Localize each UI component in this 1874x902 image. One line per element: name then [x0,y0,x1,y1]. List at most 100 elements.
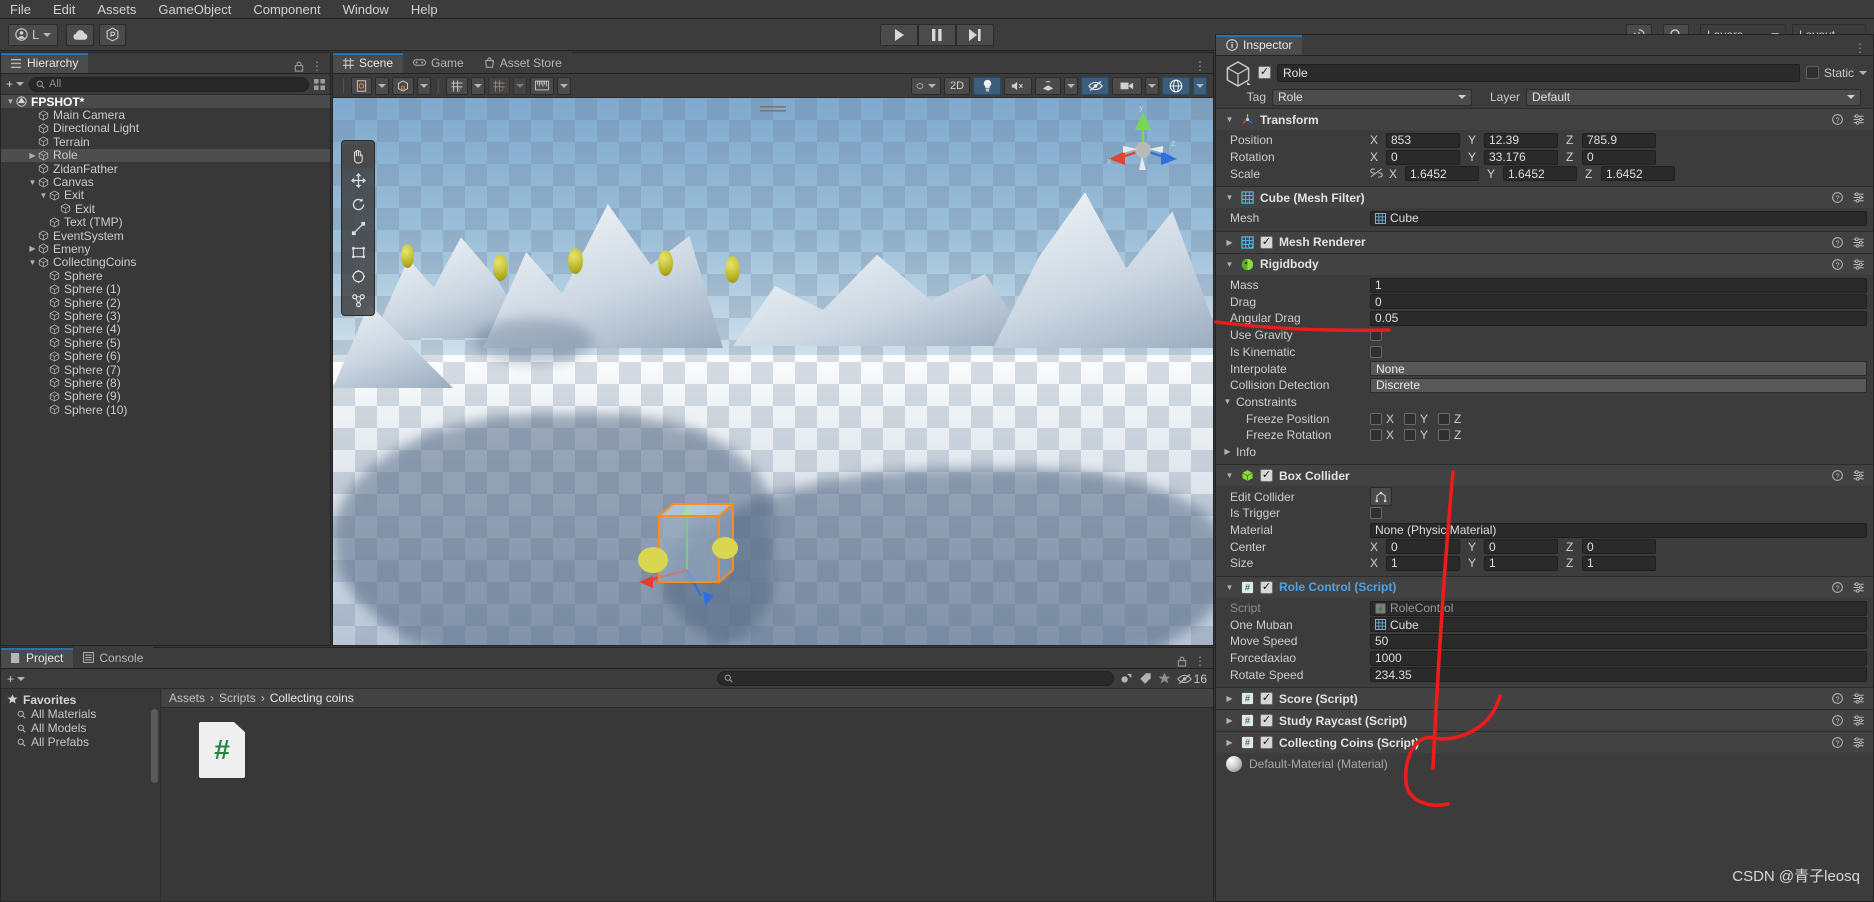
field-drag[interactable]: 0 [1370,294,1867,310]
lock-icon[interactable] [294,61,304,72]
tab-inspector[interactable]: Inspector [1216,34,1303,55]
account-button[interactable]: L [8,23,59,46]
lock-icon[interactable] [1177,656,1187,667]
preset-icon[interactable] [1853,470,1865,481]
dropdown-collision-detection[interactable]: Discrete [1370,377,1867,393]
chevron-down-icon[interactable]: ▼ [1224,193,1235,202]
component-header[interactable]: ▼ Cube (Mesh Filter)? [1216,187,1873,209]
dropdown-interpolate[interactable]: None [1370,361,1867,377]
breadcrumb-current[interactable]: Collecting coins [270,691,354,705]
field-position-y[interactable]: 12.39 [1484,132,1558,148]
hierarchy-item-sphere-9[interactable]: Sphere (9) [1,389,330,403]
checkbox-freeze-position-y[interactable] [1404,412,1417,425]
gizmos-toggle-button[interactable] [1162,76,1190,95]
favorite-filter-icon[interactable] [1158,672,1171,685]
component-enabled-checkbox[interactable]: ✓ [1260,580,1273,594]
project-search-input[interactable] [717,671,1114,686]
field-rotation-x[interactable]: 0 [1386,149,1460,165]
tab-hierarchy[interactable]: Hierarchy [1,52,89,73]
layer-dropdown[interactable]: Default [1526,88,1861,106]
component-header[interactable]: ▶ # ✓ Collecting Coins (Script)? [1216,732,1873,754]
axis-toggle-y[interactable]: Y [1404,428,1428,442]
field-rotation-z[interactable]: 0 [1582,149,1656,165]
hierarchy-item-sphere-8[interactable]: Sphere (8) [1,376,330,390]
hierarchy-filter-icon[interactable] [314,78,325,90]
material-footer[interactable]: Default-Material (Material) [1216,753,1873,775]
kebab-menu-icon[interactable]: ⋮ [1854,41,1866,55]
gizmos-dropdown[interactable] [1193,76,1207,95]
chevron-down-icon[interactable]: ▼ [27,178,38,187]
collab-button[interactable] [99,23,127,46]
axis-toggle-x[interactable]: X [1370,428,1394,442]
kebab-menu-icon[interactable]: ⋮ [311,59,323,73]
hierarchy-search-input[interactable]: All [29,76,309,92]
help-icon[interactable]: ? [1832,470,1843,482]
tab-console[interactable]: Console [73,647,154,668]
breadcrumb-assets[interactable]: Assets [169,691,205,705]
link-broken-icon[interactable] [1370,167,1383,181]
checkbox-freeze-rotation-z[interactable] [1438,429,1451,442]
label-filter-icon[interactable] [1139,672,1152,685]
hierarchy-item-zidanfather[interactable]: ZidanFather [1,162,330,176]
hierarchy-item-exit[interactable]: Exit [1,202,330,216]
tab-asset-store[interactable]: Asset Store [473,52,572,73]
ruler-button[interactable] [530,76,554,95]
axis-toggle-x[interactable]: X [1370,412,1394,426]
preset-icon[interactable] [1853,737,1865,748]
object-field-script[interactable]: # RoleControl [1370,600,1867,616]
coin-object[interactable] [658,250,673,276]
snap-button[interactable] [488,76,510,95]
scene-drag-handle[interactable] [760,102,786,117]
chevron-right-icon[interactable]: ▶ [1222,447,1233,456]
field-scale-z[interactable]: 1.6452 [1601,166,1675,182]
menu-file[interactable]: File [10,2,31,17]
field-size-z[interactable]: 1 [1582,555,1656,571]
field-scale-y[interactable]: 1.6452 [1503,166,1577,182]
coin-object[interactable] [568,248,583,274]
hierarchy-item-sphere-5[interactable]: Sphere (5) [1,336,330,350]
hierarchy-item-sphere-7[interactable]: Sphere (7) [1,363,330,377]
fx-toggle-button[interactable] [1035,76,1061,95]
audio-toggle-button[interactable] [1004,76,1032,95]
selected-object-gizmo[interactable] [633,468,753,608]
checkbox-is-trigger[interactable] [1370,507,1382,520]
foldout-info[interactable]: ▶ Info [1216,444,1873,461]
project-create-button[interactable]: + [7,672,26,686]
type-filter-icon[interactable] [1120,672,1133,685]
help-icon[interactable]: ? [1832,258,1843,270]
kebab-menu-icon[interactable]: ⋮ [1194,654,1206,668]
tab-scene[interactable]: Scene [333,52,404,73]
checkbox-freeze-rotation-y[interactable] [1404,429,1417,442]
checkbox-freeze-position-x[interactable] [1370,412,1382,425]
cloud-button[interactable] [66,23,95,46]
object-name-field[interactable]: Role [1277,63,1800,82]
field-rotation-y[interactable]: 33.176 [1484,149,1558,165]
shading-select-button[interactable] [911,76,941,95]
field-center-z[interactable]: 0 [1582,539,1656,555]
shading-mode-button[interactable] [351,76,372,95]
snap-dropdown[interactable] [513,76,527,95]
draw-mode-dropdown[interactable] [417,76,431,95]
component-enabled-checkbox[interactable]: ✓ [1260,714,1273,728]
help-icon[interactable]: ? [1832,114,1843,125]
grid-button[interactable]: y [446,76,468,95]
checkbox-freeze-position-z[interactable] [1438,412,1451,425]
checkbox-is-kinematic[interactable] [1370,345,1382,358]
field-center-y[interactable]: 0 [1484,539,1558,555]
component-enabled-checkbox[interactable]: ✓ [1260,469,1273,483]
hierarchy-item-text-tmp[interactable]: Text (TMP) [1,215,330,229]
play-button[interactable] [880,23,918,46]
component-enabled-checkbox[interactable]: ✓ [1260,692,1273,706]
tab-game[interactable]: Game [403,52,474,73]
checkbox-use-gravity[interactable] [1370,329,1382,342]
hierarchy-item-sphere-3[interactable]: Sphere (3) [1,309,330,323]
hierarchy-item-emeny[interactable]: ▶ Emeny [1,242,330,256]
field-mass[interactable]: 1 [1370,277,1867,293]
component-header[interactable]: ▼ Rigidbody? [1216,253,1873,275]
grid-dropdown[interactable] [471,76,485,95]
hierarchy-item-sphere-4[interactable]: Sphere (4) [1,322,330,336]
gizmo-lock-icon[interactable] [1192,106,1203,122]
hierarchy-item-sphere-1[interactable]: Sphere (1) [1,282,330,296]
fx-dropdown[interactable] [1064,76,1078,95]
help-icon[interactable]: ? [1832,693,1843,705]
